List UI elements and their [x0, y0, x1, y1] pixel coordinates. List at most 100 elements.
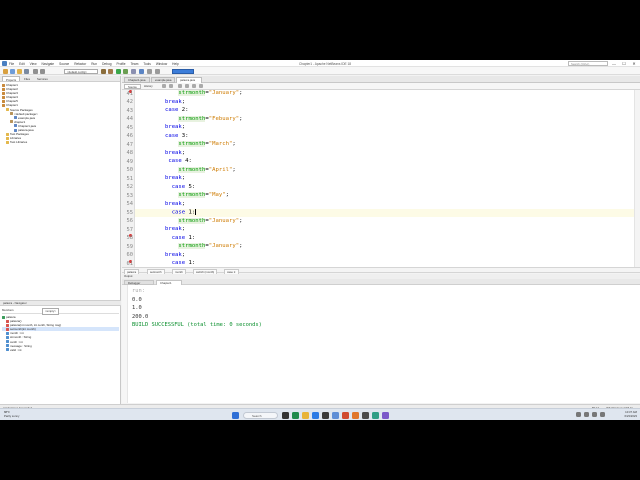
code-token: ;: [181, 251, 186, 258]
taskbar-clock[interactable]: 10:37 AM 6/23/2023: [609, 410, 637, 418]
line-number: 46: [126, 133, 134, 139]
menu-item-run[interactable]: Run: [91, 62, 97, 66]
volume-icon[interactable]: [592, 412, 597, 417]
debug-project-icon[interactable]: [123, 68, 128, 74]
profile-project-icon[interactable]: [131, 68, 136, 74]
code-line: case 2:: [138, 107, 189, 113]
output-console[interactable]: run: 0.0 1.0 200.0 BUILD SUCCESSFUL (total t…: [122, 285, 640, 403]
new-file-icon[interactable]: [10, 68, 15, 74]
build-hammer-icon[interactable]: [101, 68, 106, 74]
menu-item-source[interactable]: Source: [59, 62, 69, 66]
output-line: 0.0: [132, 296, 142, 303]
tab-files[interactable]: Files: [21, 76, 34, 81]
code-token: case: [164, 107, 179, 113]
menu-item-refactor[interactable]: Refactor: [74, 62, 86, 66]
menu-item-tools[interactable]: Tools: [143, 62, 150, 66]
edge-browser-icon[interactable]: [312, 411, 319, 419]
code-line: case 5:: [138, 184, 196, 190]
back-icon[interactable]: [162, 84, 166, 88]
tab-services[interactable]: Services: [34, 76, 51, 81]
shift-right-icon[interactable]: [199, 84, 203, 88]
code-token: strmonth: [178, 217, 206, 224]
task-view-icon[interactable]: [282, 411, 289, 419]
code-line: case 3:: [138, 133, 189, 139]
menu-item-profile[interactable]: Profile: [117, 62, 126, 66]
menu-item-edit[interactable]: Edit: [19, 62, 25, 66]
menu-item-file[interactable]: File: [9, 62, 14, 66]
tree-item[interactable]: Test Libraries: [2, 140, 120, 144]
app-icon[interactable]: [352, 411, 359, 419]
app-icon[interactable]: [382, 411, 389, 419]
open-project-icon[interactable]: [17, 68, 22, 74]
line-number: 49: [126, 158, 134, 165]
weather-widget[interactable]: 88°F Partly sunny: [4, 410, 19, 418]
netbeans-taskbar-icon[interactable]: [332, 411, 339, 419]
toggle-bookmark-icon[interactable]: [185, 84, 189, 88]
ide-search-input[interactable]: Search (Ctrl+I): [568, 61, 608, 66]
code-token: ;: [181, 149, 186, 156]
current-line-highlight: [135, 208, 640, 217]
navigator-header: palavra - Navigator: [0, 300, 121, 306]
battery-icon[interactable]: [600, 412, 605, 417]
menu-item-team[interactable]: Team: [131, 62, 139, 66]
coffee-cup-icon: [2, 99, 5, 103]
tree-item[interactable]: valid : int: [2, 348, 119, 352]
main-toolbar: <default config>: [0, 67, 640, 75]
chevron-down-icon[interactable]: [155, 68, 160, 74]
file-explorer-icon[interactable]: [302, 411, 309, 419]
configuration-select[interactable]: <default config>: [64, 68, 98, 74]
field-icon: [6, 340, 9, 344]
code-token: ;: [181, 124, 186, 130]
find-icon[interactable]: [178, 84, 182, 88]
package-icon: [10, 112, 13, 116]
code-token: ;: [239, 243, 243, 249]
taskbar-search[interactable]: Search: [243, 411, 278, 419]
code-token: case: [171, 260, 186, 266]
step-icon[interactable]: [139, 68, 144, 74]
tab-history[interactable]: History: [141, 84, 156, 89]
redo-icon[interactable]: [40, 68, 45, 74]
office-icon[interactable]: [342, 411, 349, 419]
code-editor[interactable]: 41 strmonth="January"; 42 break; 43 case 2…: [122, 90, 640, 267]
app-icon[interactable]: [372, 411, 379, 419]
new-project-icon[interactable]: [3, 68, 8, 74]
shift-left-icon[interactable]: [192, 84, 196, 88]
memory-usage-bar[interactable]: [172, 68, 194, 74]
forward-icon[interactable]: [169, 84, 173, 88]
teams-chat-icon[interactable]: [292, 411, 299, 419]
close-button[interactable]: ✕: [630, 60, 638, 67]
undo-icon[interactable]: [33, 68, 38, 74]
run-project-icon[interactable]: [116, 68, 121, 74]
windows-start-icon[interactable]: [232, 411, 239, 419]
code-line: break;: [138, 99, 185, 105]
menu-item-debug[interactable]: Debug: [102, 62, 111, 66]
output-line: 1.0: [132, 305, 142, 311]
java-file-icon: [14, 116, 17, 120]
line-number: 56: [126, 218, 134, 224]
save-all-icon[interactable]: [24, 68, 29, 74]
menu-item-help[interactable]: Help: [172, 62, 179, 66]
code-token: "April": [208, 166, 233, 173]
clean-build-icon[interactable]: [108, 68, 113, 74]
menu-bar: File Edit View Navigate Source Refactor Run Deb…: [9, 62, 179, 66]
store-icon[interactable]: [322, 411, 329, 419]
minimize-button[interactable]: —: [610, 60, 618, 67]
wifi-icon[interactable]: [584, 412, 589, 417]
menu-item-navigate[interactable]: Navigate: [42, 62, 55, 66]
terminal-icon[interactable]: [362, 411, 369, 419]
tab-projects[interactable]: Projects: [2, 76, 21, 82]
chevron-up-icon[interactable]: [576, 412, 581, 417]
menu-item-window[interactable]: Window: [156, 62, 167, 66]
menu-item-view[interactable]: View: [30, 62, 37, 66]
members-select[interactable]: <empty>: [42, 308, 59, 315]
settings-gear-icon[interactable]: [147, 68, 152, 74]
folder-icon: [6, 136, 9, 140]
tab-source[interactable]: Source: [124, 84, 141, 89]
editor-scrollbar[interactable]: [634, 90, 640, 267]
maximize-button[interactable]: ☐: [620, 60, 628, 67]
code-token: ;: [239, 115, 243, 122]
